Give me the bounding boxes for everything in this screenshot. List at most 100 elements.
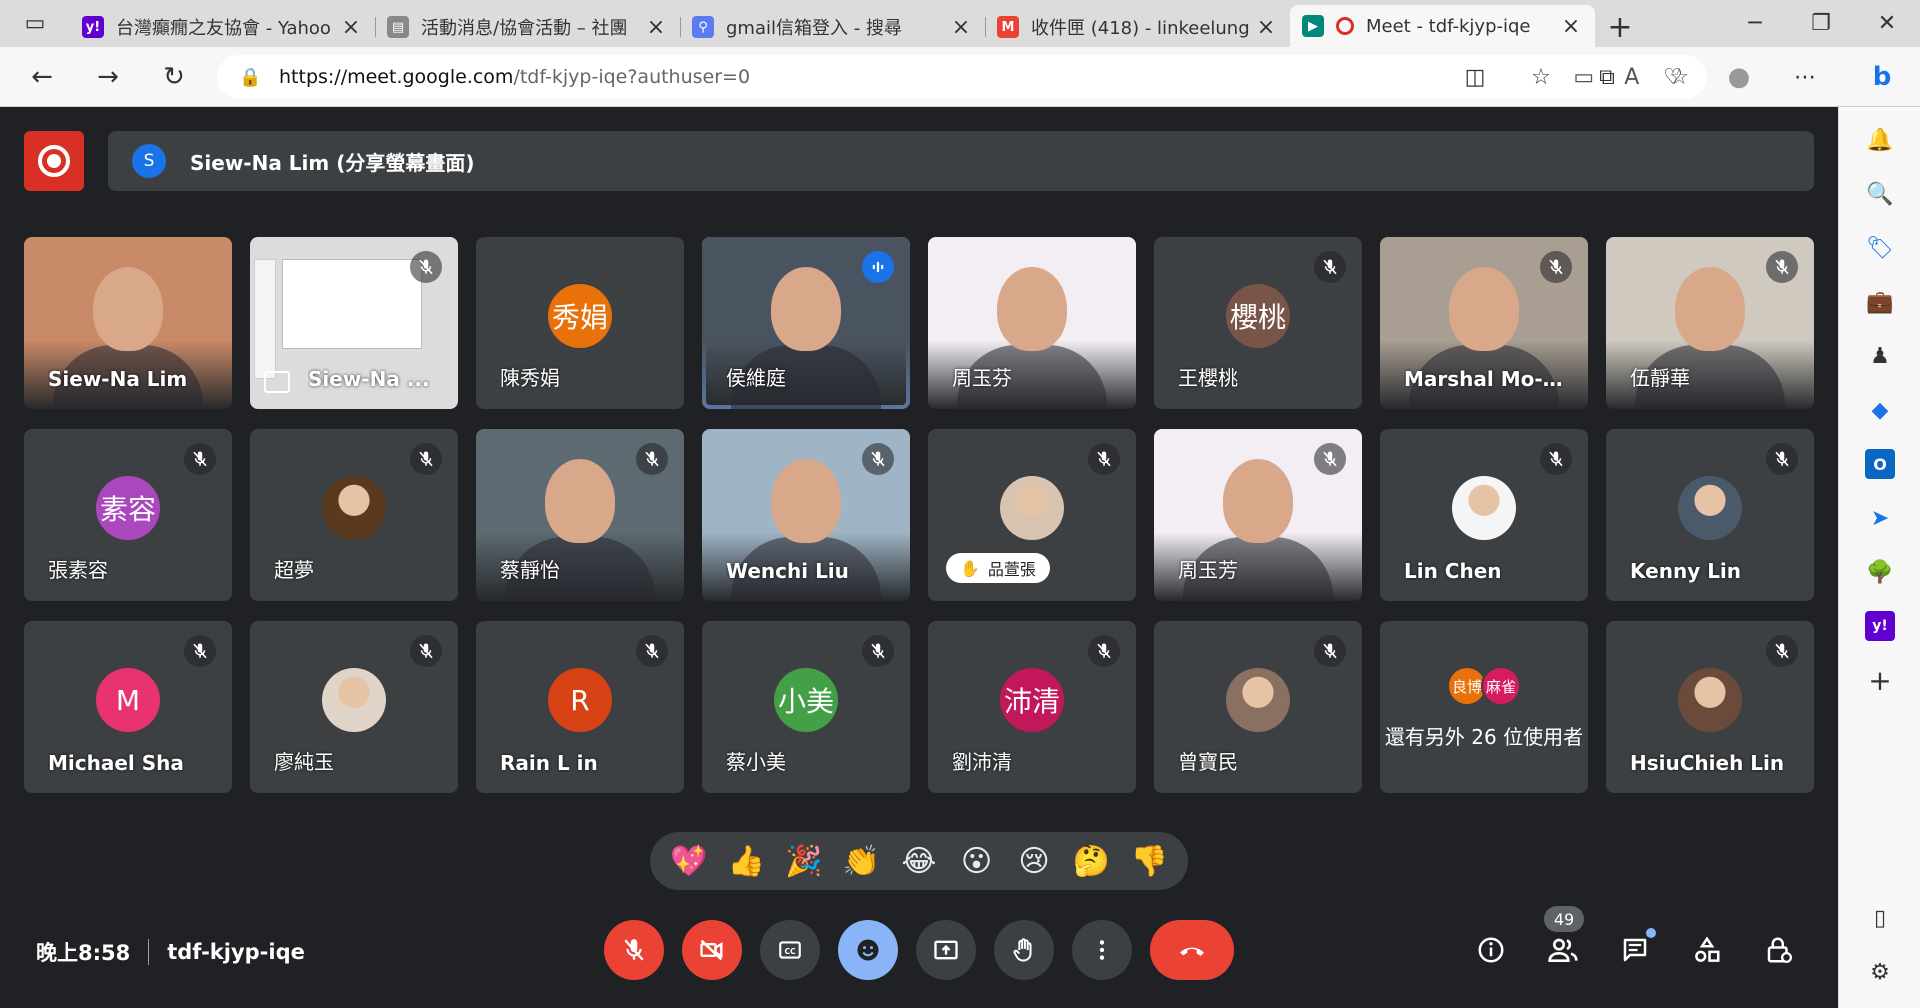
captions-button[interactable]: CC — [760, 920, 820, 980]
browser-tab[interactable]: ▶ Meet - tdf-kjyp-iqe × — [1290, 5, 1595, 47]
close-tab-icon[interactable]: × — [1559, 14, 1583, 39]
reaction-emoji[interactable]: 💖 — [666, 844, 712, 879]
shopping-tag-icon[interactable]: 🏷 — [1865, 233, 1895, 263]
participant-tile[interactable]: R Rain L in — [476, 621, 684, 793]
toolbar-icons: ◫ ☆ ⧉ ♡ ● ⋯ — [1442, 55, 1838, 99]
search-favicon-icon: ⚲ — [692, 16, 714, 38]
participant-tile[interactable]: Wenchi Liu — [702, 429, 910, 601]
browser-tab[interactable]: y! 台灣癲癇之友協會 - Yahoo × — [70, 7, 375, 47]
mic-muted-icon — [862, 443, 894, 475]
sidebar-toggle-icon[interactable]: ▯ — [1865, 903, 1895, 933]
participant-tile[interactable]: 蔡靜怡 — [476, 429, 684, 601]
add-icon[interactable]: + — [1865, 664, 1895, 697]
close-tab-icon[interactable]: × — [644, 15, 668, 40]
meeting-tools: 49 — [1462, 906, 1808, 980]
microsoft-365-icon[interactable]: ◆ — [1865, 395, 1895, 425]
host-controls-button[interactable] — [1750, 920, 1808, 980]
participant-tile[interactable]: ✋ 品萱張 — [928, 429, 1136, 601]
tree-icon[interactable]: 🌳 — [1865, 557, 1895, 587]
reaction-emoji[interactable]: 👎 — [1126, 844, 1172, 879]
participant-tile[interactable]: 廖純玉 — [250, 621, 458, 793]
participant-name: Rain L in — [500, 751, 598, 775]
present-button[interactable] — [916, 920, 976, 980]
camera-off-button[interactable] — [682, 920, 742, 980]
participant-tile[interactable]: 素容 張素容 — [24, 429, 232, 601]
outlook-icon[interactable]: O — [1865, 449, 1895, 479]
chat-button[interactable] — [1606, 920, 1664, 980]
recording-indicator-icon — [1336, 17, 1354, 35]
browser-tab-strip: ▭ y! 台灣癲癇之友協會 - Yahoo × ▤ 活動消息/協會活動 – 社團 × ⚲ gm… — [0, 0, 1920, 47]
reaction-emoji[interactable]: 😢 — [1011, 844, 1057, 879]
reactions-button[interactable] — [838, 920, 898, 980]
reaction-emoji[interactable]: 🤔 — [1069, 844, 1115, 879]
participant-tile[interactable]: HsiuChieh Lin — [1606, 621, 1814, 793]
raise-hand-button[interactable] — [994, 920, 1054, 980]
send-icon[interactable]: ➤ — [1865, 503, 1895, 533]
presentation-banner[interactable]: S Siew-Na Lim (分享螢幕畫面) — [108, 131, 1814, 191]
participant-tile[interactable]: 周玉芳 — [1154, 429, 1362, 601]
reaction-emoji[interactable]: 👍 — [723, 844, 769, 879]
participant-tile[interactable]: Kenny Lin — [1606, 429, 1814, 601]
participant-tile[interactable]: 小美 蔡小美 — [702, 621, 910, 793]
forward-icon[interactable]: → — [88, 57, 128, 97]
reaction-emoji[interactable]: 😂 — [896, 844, 942, 879]
notifications-bell-icon[interactable]: 🔔 — [1865, 125, 1895, 155]
activities-button[interactable] — [1678, 920, 1736, 980]
people-button[interactable]: 49 — [1534, 906, 1592, 980]
browser-essentials-icon[interactable]: ♡ — [1640, 65, 1706, 90]
back-icon[interactable]: ← — [22, 57, 62, 97]
minimize-icon[interactable]: ─ — [1722, 0, 1788, 47]
split-screen-icon[interactable]: ◫ — [1442, 65, 1508, 90]
close-tab-icon[interactable]: × — [339, 15, 363, 40]
mini-avatar: 麻雀 — [1481, 666, 1521, 706]
mic-off-button[interactable] — [604, 920, 664, 980]
close-tab-icon[interactable]: × — [1254, 15, 1278, 40]
participant-tile[interactable]: M Michael Sha — [24, 621, 232, 793]
more-options-button[interactable] — [1072, 920, 1132, 980]
participant-tile[interactable]: 良博 麻雀 還有另外 26 位使用者 — [1380, 621, 1588, 793]
participant-tile[interactable]: 伍靜華 — [1606, 237, 1814, 409]
leave-call-button[interactable] — [1150, 920, 1234, 980]
reaction-emoji[interactable]: 😮 — [954, 844, 1000, 879]
participant-tile[interactable]: Siew-Na Lim — [24, 237, 232, 409]
tools-briefcase-icon[interactable]: 💼 — [1865, 287, 1895, 317]
copilot-icon[interactable]: b — [1862, 57, 1902, 97]
close-tab-icon[interactable]: × — [949, 15, 973, 40]
participant-tile[interactable]: Marshal Mo-S... — [1380, 237, 1588, 409]
chat-notification-dot — [1646, 928, 1656, 938]
mic-muted-icon — [1314, 251, 1346, 283]
new-tab-button[interactable]: + — [1595, 7, 1645, 47]
browser-tab[interactable]: ⚲ gmail信箱登入 - 搜尋 × — [680, 7, 985, 47]
lock-icon[interactable]: 🔒 — [239, 67, 279, 88]
recording-icon[interactable] — [24, 131, 84, 191]
sidebar-settings-icon[interactable]: ⚙ — [1865, 957, 1895, 987]
collections-icon[interactable]: ⧉ — [1574, 65, 1640, 90]
participant-tile[interactable]: 秀娟 陳秀娟 — [476, 237, 684, 409]
profile-avatar[interactable]: ● — [1706, 62, 1772, 92]
close-window-icon[interactable]: ✕ — [1854, 0, 1920, 47]
participant-tile[interactable]: Lin Chen — [1380, 429, 1588, 601]
favorites-icon[interactable]: ☆ — [1508, 65, 1574, 90]
meeting-details-button[interactable] — [1462, 920, 1520, 980]
participant-name: 陳秀娟 — [500, 366, 560, 390]
restore-icon[interactable]: ❐ — [1788, 0, 1854, 47]
participant-tile[interactable]: Siew-Na ... — [250, 237, 458, 409]
participant-tile[interactable]: 超夢 — [250, 429, 458, 601]
reaction-emoji[interactable]: 🎉 — [781, 844, 827, 879]
yahoo-icon[interactable]: y! — [1865, 611, 1895, 641]
reaction-emoji[interactable]: 👏 — [838, 844, 884, 879]
participant-tile[interactable]: 曾寶民 — [1154, 621, 1362, 793]
participant-name: 伍靜華 — [1630, 366, 1690, 390]
participant-tile[interactable]: 櫻桃 王櫻桃 — [1154, 237, 1362, 409]
browser-tab[interactable]: M 收件匣 (418) - linkeelung × — [985, 7, 1290, 47]
games-chess-icon[interactable]: ♟ — [1865, 341, 1895, 371]
participant-tile[interactable]: 沛清 劉沛清 — [928, 621, 1136, 793]
search-icon[interactable]: 🔍 — [1865, 179, 1895, 209]
participant-tile[interactable]: 侯維庭 — [702, 237, 910, 409]
browser-tab[interactable]: ▤ 活動消息/協會活動 – 社團 × — [375, 7, 680, 47]
settings-more-icon[interactable]: ⋯ — [1772, 65, 1838, 90]
address-bar-row: ← → ↻ 🔒 https://meet.google.com /tdf-kjy… — [0, 47, 1920, 107]
participant-tile[interactable]: 周玉芬 — [928, 237, 1136, 409]
refresh-icon[interactable]: ↻ — [154, 57, 194, 97]
workspaces-icon[interactable]: ▭ — [0, 0, 70, 47]
